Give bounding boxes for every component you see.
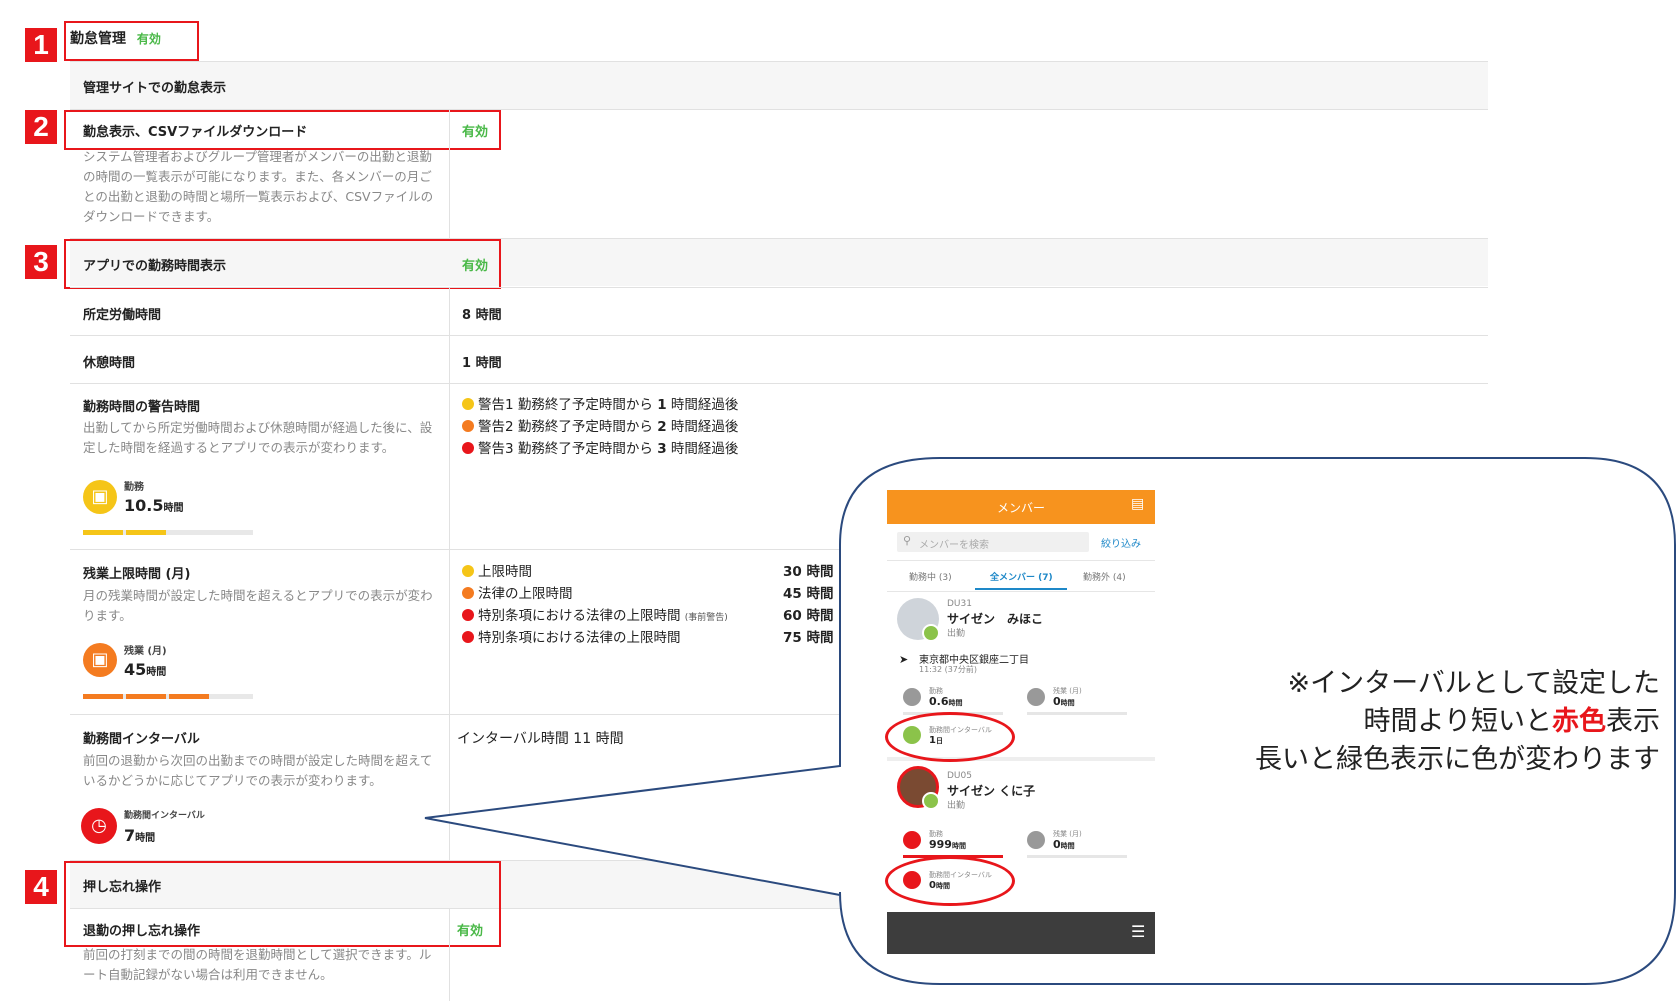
- ot-value: 0時間: [1053, 695, 1075, 708]
- location-icon: ➤: [899, 653, 909, 666]
- phone-search-input[interactable]: ⚲ メンバーを検索: [897, 532, 1089, 552]
- ot-icon: [1027, 688, 1045, 706]
- work-value-unit: 時間: [951, 842, 966, 850]
- phone-bottom-bar: ☰: [887, 912, 1155, 954]
- ot-value-num: 0: [1053, 838, 1061, 851]
- power-icon: [922, 624, 940, 642]
- ot-bar: [1027, 712, 1127, 715]
- search-placeholder: メンバーを検索: [919, 540, 989, 551]
- highlight-ellipse: [885, 712, 1015, 762]
- phone-title: メンバー: [997, 501, 1046, 515]
- filter-button[interactable]: 絞り込み: [1101, 535, 1141, 550]
- note-line-2c: 表示: [1606, 706, 1660, 737]
- ot-icon: [1027, 831, 1045, 849]
- note-line-1: ※インターバルとして設定した: [1287, 668, 1660, 699]
- work-value-unit: 時間: [948, 699, 963, 707]
- note-line-3: 長いと緑色表示に色が変わります: [1255, 744, 1660, 775]
- member-status: 出勤: [947, 801, 966, 811]
- work-value: 999時間: [929, 838, 966, 851]
- tab-off-work[interactable]: 勤務外 (4): [1083, 570, 1126, 583]
- ot-value: 0時間: [1053, 838, 1075, 851]
- phone-header: メンバー ▤: [887, 490, 1155, 524]
- member-id: DU05: [947, 771, 972, 781]
- member-time: 11:32 (37分前): [919, 665, 978, 674]
- member-name[interactable]: サイゼン みほこ: [947, 610, 1043, 627]
- work-value-num: 0.6: [929, 695, 949, 708]
- ot-value-unit: 時間: [1060, 842, 1075, 850]
- tab-underline: [975, 588, 1067, 590]
- tab-all-members[interactable]: 全メンバー (7): [990, 570, 1053, 583]
- highlight-ellipse: [885, 856, 1015, 906]
- search-icon: ⚲: [903, 534, 912, 547]
- map-icon[interactable]: ▤: [1131, 496, 1144, 512]
- power-icon: [922, 792, 940, 810]
- member-name[interactable]: サイゼン くに子: [947, 782, 1035, 799]
- ot-bar: [1027, 855, 1127, 858]
- note-text: ※インターバルとして設定した 時間より短いと赤色表示 長いと緑色表示に色が変わり…: [1160, 665, 1660, 779]
- note-line-2a: 時間より短いと: [1363, 706, 1552, 737]
- work-icon: [903, 688, 921, 706]
- phone-tabs: 勤務中 (3) 全メンバー (7) 勤務外 (4): [887, 560, 1155, 592]
- note-line-2: 時間より短いと赤色表示: [1160, 703, 1660, 741]
- member-status: 出勤: [947, 629, 966, 639]
- ot-value-unit: 時間: [1060, 699, 1075, 707]
- tab-working[interactable]: 勤務中 (3): [909, 570, 952, 583]
- work-value: 0.6時間: [929, 695, 963, 708]
- menu-icon[interactable]: ☰: [1131, 922, 1145, 941]
- work-value-num: 999: [929, 838, 952, 851]
- ot-value-num: 0: [1053, 695, 1061, 708]
- note-red: 赤色: [1552, 706, 1606, 737]
- work-icon: [903, 831, 921, 849]
- callout-shape: [424, 457, 1676, 985]
- member-id: DU31: [947, 599, 972, 609]
